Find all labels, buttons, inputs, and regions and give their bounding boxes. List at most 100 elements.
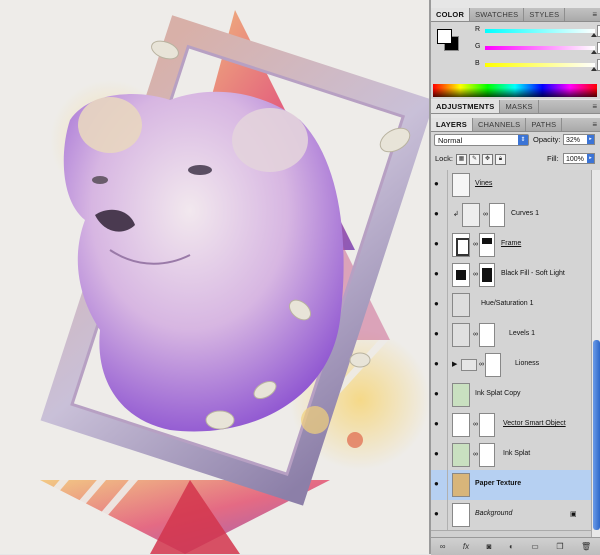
opacity-field[interactable]: 32% ▸	[563, 134, 595, 145]
layer-row-selected[interactable]: ● Paper Texture	[431, 470, 591, 501]
link-layers-icon[interactable]: ∞	[440, 542, 446, 551]
adjustment-layer-icon[interactable]: ◐	[509, 542, 514, 551]
eye-icon[interactable]: ●	[434, 300, 443, 308]
tab-paths[interactable]: PATHS	[526, 118, 563, 131]
foreground-color-swatch[interactable]	[437, 29, 452, 44]
opacity-label: Opacity:	[533, 135, 561, 144]
curves-adjustment-icon	[462, 203, 480, 227]
link-icon[interactable]: ∞	[473, 271, 478, 278]
layer-row[interactable]: ● Hue/Saturation 1	[431, 290, 591, 321]
new-group-icon[interactable]: ▭	[531, 542, 539, 551]
link-icon[interactable]: ∞	[473, 331, 478, 338]
adjustments-panel: ADJUSTMENTS MASKS ≡	[431, 100, 600, 114]
link-icon[interactable]: ∞	[483, 211, 488, 218]
lock-icons: ▦ ✎ ✥ 🔒︎	[456, 154, 506, 165]
fx-icon[interactable]: fx	[463, 542, 469, 551]
eye-icon[interactable]: ●	[434, 450, 443, 458]
opacity-arrow-icon[interactable]: ▸	[587, 135, 594, 144]
layer-name: Background	[475, 510, 513, 517]
fill-arrow-icon[interactable]: ▸	[587, 154, 594, 163]
layer-mask-thumbnail	[479, 323, 495, 347]
eye-icon[interactable]: ●	[434, 240, 443, 248]
layer-name: Frame	[501, 240, 522, 247]
layer-row[interactable]: ● ∞ Levels 1	[431, 320, 591, 351]
lock-transparent-icon[interactable]: ▦	[456, 154, 467, 165]
eye-icon[interactable]: ●	[434, 390, 443, 398]
lock-position-icon[interactable]: ✥	[482, 154, 493, 165]
link-icon[interactable]: ∞	[473, 451, 478, 458]
scrollbar-thumb[interactable]	[593, 340, 600, 530]
layer-name: Vector Smart Object	[503, 420, 566, 427]
layer-row[interactable]: ● Background ▣	[431, 500, 591, 531]
smart-object-thumbnail	[452, 413, 470, 437]
tab-masks[interactable]: MASKS	[500, 100, 539, 113]
layer-row[interactable]: ● ▶ ∞ Lioness	[431, 350, 591, 381]
layer-row[interactable]: ● ∞ Black Fill - Soft Light	[431, 260, 591, 291]
layer-name: Hue/Saturation 1	[481, 300, 534, 307]
levels-adjustment-icon	[452, 323, 470, 347]
document-canvas[interactable]	[0, 0, 429, 554]
tab-channels[interactable]: CHANNELS	[473, 118, 527, 131]
layers-scrollbar[interactable]	[591, 170, 600, 537]
color-panel: COLOR SWATCHES STYLES ≡ R 255 G 255 B 25…	[431, 8, 600, 99]
panel-menu-icon[interactable]: ≡	[592, 118, 597, 131]
layer-name: Ink Splat	[503, 450, 531, 457]
color-panel-tabs: COLOR SWATCHES STYLES ≡	[431, 8, 600, 22]
expand-group-icon[interactable]: ▶	[452, 360, 457, 368]
layer-row[interactable]: ● ∞ Vector Smart Object	[431, 410, 591, 441]
layer-mask-thumbnail	[479, 443, 495, 467]
layer-row[interactable]: ● ∞ Frame	[431, 230, 591, 261]
eye-icon[interactable]: ●	[434, 360, 443, 368]
adjustments-panel-tabs: ADJUSTMENTS MASKS ≡	[431, 100, 600, 114]
panel-menu-icon[interactable]: ≡	[592, 100, 597, 113]
layer-mask-thumbnail	[479, 233, 495, 257]
eye-icon[interactable]: ●	[434, 180, 443, 188]
lock-label: Lock:	[435, 154, 453, 163]
layer-thumbnail	[452, 173, 470, 197]
blend-opacity-row: Normal ⇕ Opacity: 32% ▸	[431, 132, 600, 149]
eye-icon[interactable]: ●	[434, 210, 443, 218]
layers-panel-tabs: LAYERS CHANNELS PATHS ≡	[431, 118, 600, 132]
layer-thumbnail	[452, 473, 470, 497]
blend-mode-select[interactable]: Normal ⇕	[434, 134, 529, 146]
eye-icon[interactable]: ●	[434, 510, 443, 518]
panel-menu-icon[interactable]: ≡	[592, 8, 597, 21]
fill-field[interactable]: 100% ▸	[563, 153, 595, 164]
new-layer-icon[interactable]: ❐	[556, 542, 563, 551]
link-icon[interactable]: ∞	[473, 421, 478, 428]
eye-icon[interactable]: ●	[434, 270, 443, 278]
layer-thumbnail	[452, 233, 470, 257]
tab-color[interactable]: COLOR	[431, 8, 471, 21]
green-track[interactable]	[485, 46, 595, 50]
layer-thumbnail	[452, 443, 470, 467]
green-label: G	[475, 43, 481, 50]
tab-swatches[interactable]: SWATCHES	[470, 8, 525, 21]
link-icon[interactable]: ∞	[473, 241, 478, 248]
layer-name: Curves 1	[511, 210, 540, 217]
layer-row[interactable]: ● ∞ Ink Splat	[431, 440, 591, 471]
link-icon[interactable]: ∞	[479, 361, 484, 368]
eye-icon[interactable]: ●	[434, 420, 443, 428]
tab-adjustments[interactable]: ADJUSTMENTS	[431, 100, 501, 113]
layer-mask-thumbnail	[479, 413, 495, 437]
add-mask-icon[interactable]: ◙	[487, 542, 492, 551]
blue-track[interactable]	[485, 63, 595, 67]
blend-mode-value: Normal	[438, 136, 463, 145]
layer-name: Levels 1	[509, 330, 536, 337]
trash-icon[interactable]: 🗑︎	[581, 542, 591, 551]
eye-icon[interactable]: ●	[434, 480, 443, 488]
layers-panel: LAYERS CHANNELS PATHS ≡ Normal ⇕ Opacity…	[431, 118, 600, 555]
green-slider-row: G 255	[475, 42, 600, 54]
tab-styles[interactable]: STYLES	[524, 8, 566, 21]
lock-all-icon[interactable]: 🔒︎	[495, 154, 506, 165]
red-track[interactable]	[485, 29, 595, 33]
red-slider-row: R 255	[475, 25, 600, 37]
lock-image-icon[interactable]: ✎	[469, 154, 480, 165]
layer-row[interactable]: ● Vines	[431, 170, 591, 201]
color-spectrum-bar[interactable]	[433, 84, 597, 97]
eye-icon[interactable]: ●	[434, 330, 443, 338]
layer-row[interactable]: ● Ink Splat Copy	[431, 380, 591, 411]
tab-layers[interactable]: LAYERS	[431, 118, 473, 131]
layer-row[interactable]: ● ↲ ∞ Curves 1	[431, 200, 591, 231]
blue-label: B	[475, 60, 480, 67]
